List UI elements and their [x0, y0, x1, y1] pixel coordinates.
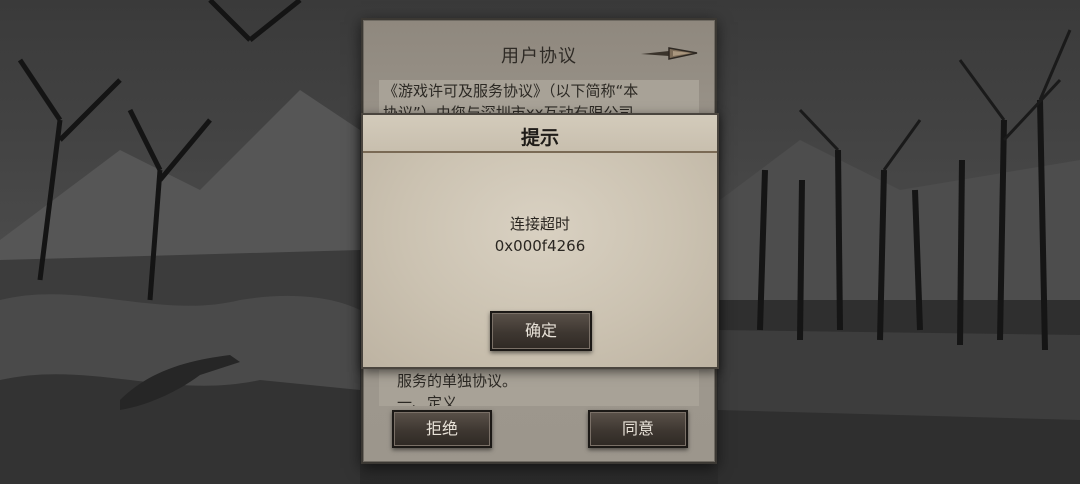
dialog-title: 提示 — [520, 127, 559, 149]
agreement-text-bottom: 服务的单独协议。 一、定义 — [379, 370, 699, 406]
dialog-header: 提示 — [363, 115, 717, 153]
dialog-error-code: 0x000f4266 — [494, 237, 586, 255]
agreement-text-line: 《游戏许可及服务协议》（以下简称“本 — [383, 82, 639, 100]
agreement-text-line: 一、定义 — [397, 394, 458, 406]
agreement-text-top: 《游戏许可及服务协议》（以下简称“本 协议”）由您与深圳市xx互动有限公司 — [379, 80, 699, 116]
spear-icon — [641, 47, 698, 60]
confirm-button[interactable]: 确定 — [490, 311, 592, 351]
dialog-message: 连接超时 — [509, 215, 570, 233]
agree-button[interactable]: 同意 — [588, 410, 688, 448]
timeout-dialog: 提示 连接超时 0x000f4266 确定 — [361, 113, 719, 369]
reject-button[interactable]: 拒绝 — [392, 410, 492, 448]
agreement-text-line: 服务的单独协议。 — [397, 372, 518, 390]
